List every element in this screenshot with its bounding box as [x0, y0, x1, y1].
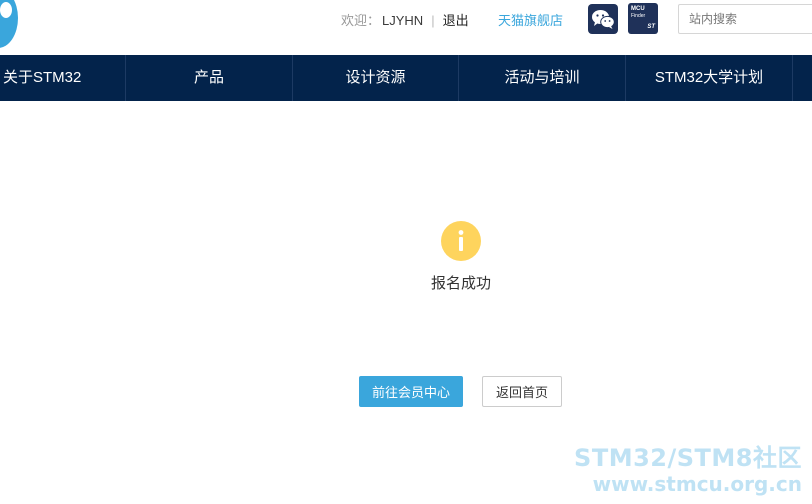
info-icon — [441, 221, 481, 261]
mcu-finder-line1: MCU — [631, 6, 645, 12]
wechat-icon[interactable] — [588, 4, 618, 34]
site-watermark: STM32/STM8社区 www.stmcu.org.cn — [574, 444, 802, 496]
logout-link[interactable]: 退出 — [443, 13, 469, 28]
st-brand: ST — [647, 24, 655, 30]
nav-item-events[interactable]: 活动与培训 — [459, 55, 626, 101]
username-link[interactable]: LJYHN — [382, 13, 423, 28]
watermark-url: www.stmcu.org.cn — [592, 472, 802, 496]
main-nav: 关于STM32 产品 设计资源 活动与培训 STM32大学计划 — [0, 55, 812, 101]
site-logo[interactable] — [0, 0, 18, 48]
success-message: 报名成功 — [430, 275, 491, 292]
search-input[interactable] — [678, 4, 812, 34]
separator: | — [431, 13, 435, 28]
member-center-button[interactable]: 前往会员中心 — [359, 376, 463, 407]
watermark-title: STM32/STM8社区 — [574, 444, 802, 472]
welcome-label: 欢迎： — [341, 13, 381, 28]
nav-item-design-resources[interactable]: 设计资源 — [293, 55, 459, 101]
nav-item-about[interactable]: 关于STM32 — [0, 55, 126, 101]
tmall-store-link[interactable]: 天猫旗舰店 — [498, 10, 563, 29]
nav-item-university[interactable]: STM32大学计划 — [626, 55, 793, 101]
welcome-bar: 欢迎： LJYHN | 退出 — [341, 10, 469, 29]
back-home-button[interactable]: 返回首页 — [482, 376, 562, 407]
mcu-finder-icon[interactable]: MCU Finder ST — [628, 3, 658, 34]
nav-item-partial[interactable] — [793, 55, 812, 101]
mcu-finder-line2: Finder — [631, 13, 646, 19]
nav-item-products[interactable]: 产品 — [126, 55, 293, 101]
